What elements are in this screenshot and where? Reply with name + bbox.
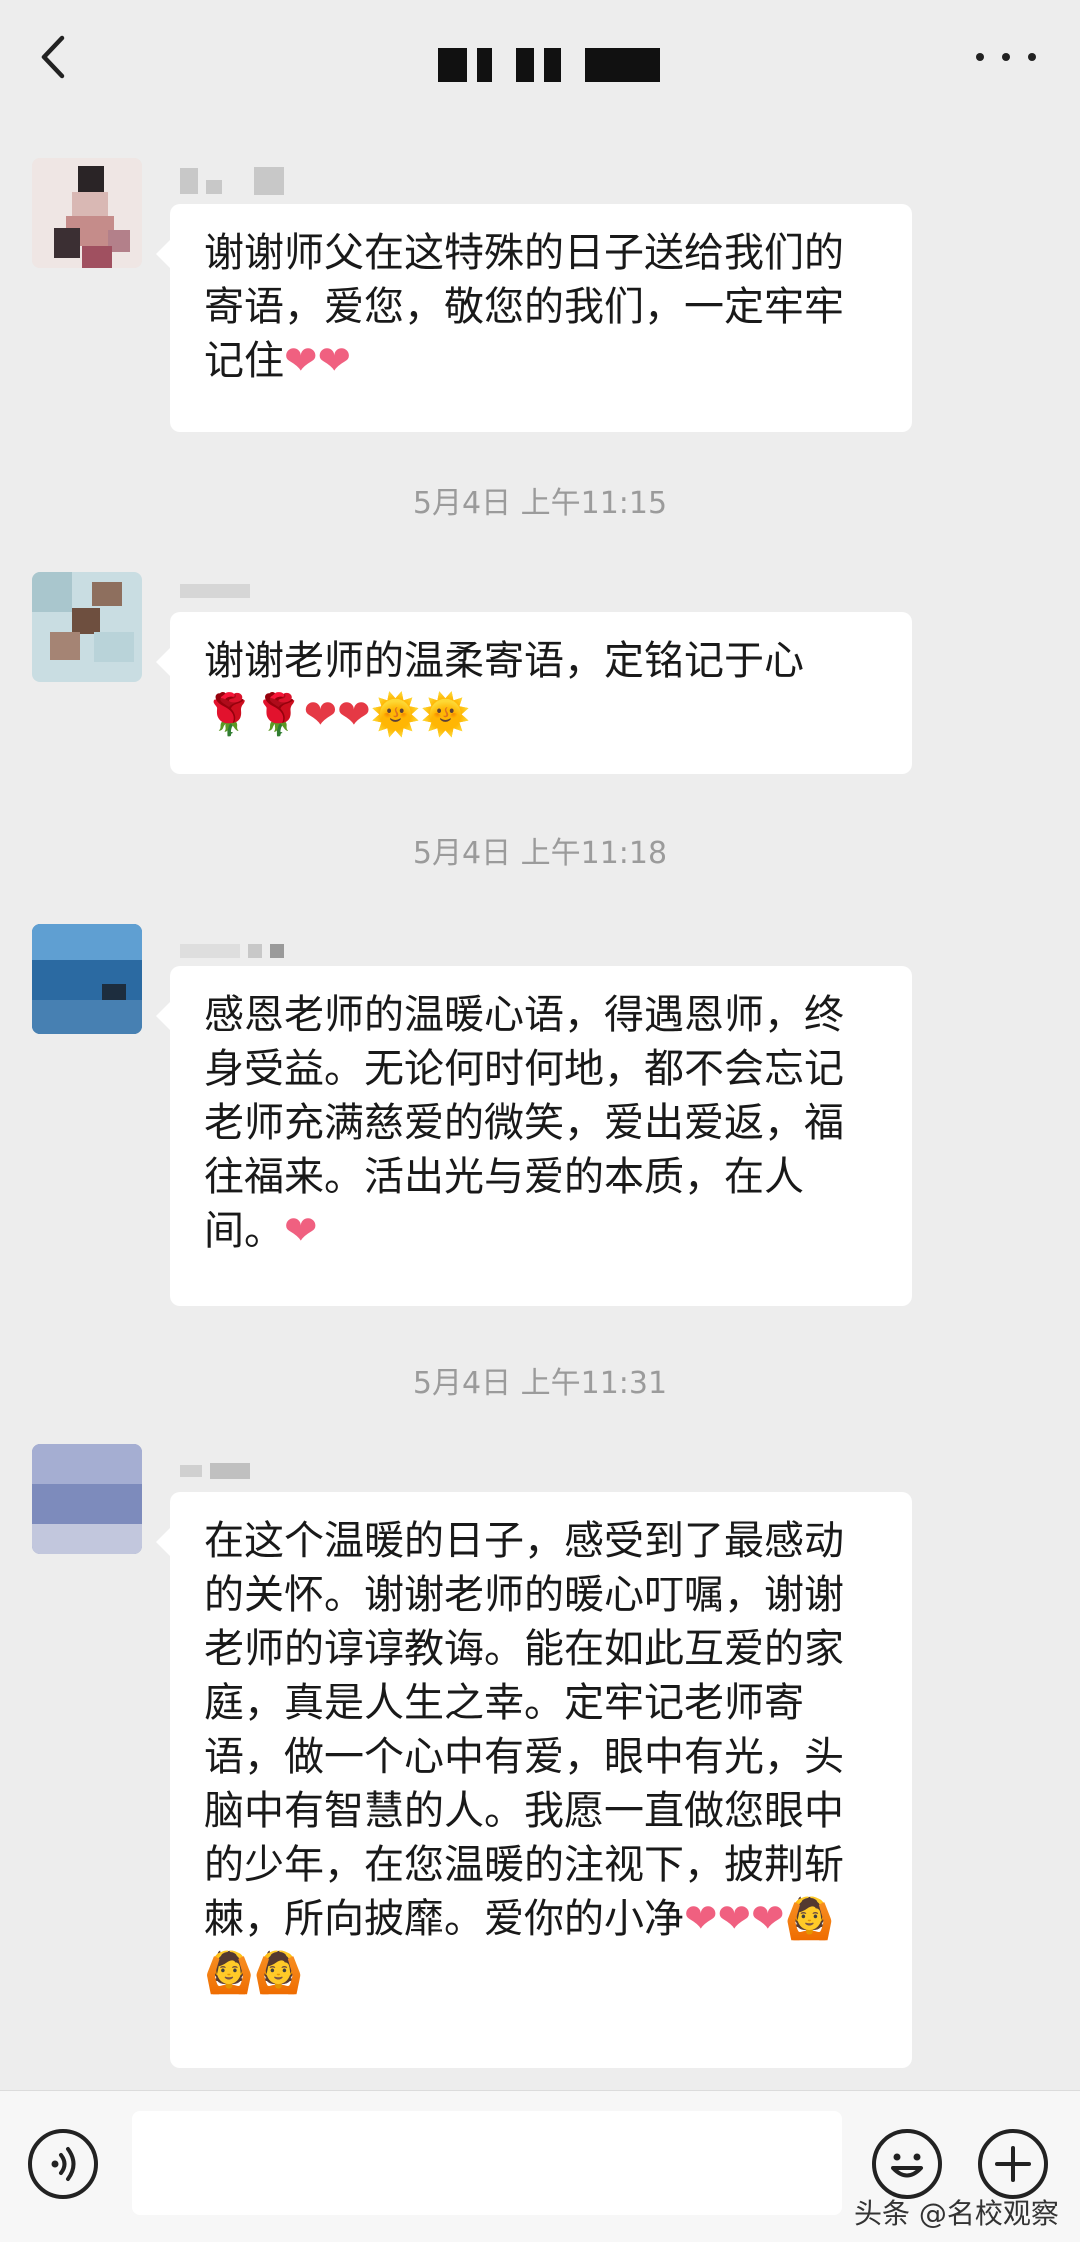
back-button[interactable]: [30, 32, 80, 82]
timestamp: 5月4日 上午11:31: [412, 1366, 668, 1401]
message-2: 谢谢老师的温柔寄语，定铭记于心 🌹🌹❤❤🌞🌞: [0, 572, 1080, 774]
message-4: 在这个温暖的日子，感受到了最感动的关怀。谢谢老师的暖心叮嘱，谢谢老师的谆谆教诲。…: [0, 1444, 1080, 2068]
more-functions-button[interactable]: [978, 2129, 1048, 2199]
nickname-redacted: [180, 1460, 250, 1482]
avatar[interactable]: [32, 572, 142, 682]
avatar[interactable]: [32, 1444, 142, 1554]
emoji-icons: 🌹🌹❤❤🌞🌞: [204, 692, 471, 738]
message-3: 感恩老师的温暖心语，得遇恩师，终身受益。无论何时何地，都不会忘记老师充满慈爱的微…: [0, 924, 1080, 1306]
emoji-button[interactable]: [872, 2129, 942, 2199]
avatar[interactable]: [32, 158, 142, 268]
message-text: 谢谢老师的温柔寄语，定铭记于心: [204, 638, 804, 684]
heart-emoji-icon: ❤❤: [284, 338, 352, 384]
message-input[interactable]: [132, 2111, 842, 2215]
nickname-redacted: [180, 940, 284, 962]
smiley-icon: [891, 2153, 923, 2178]
heart-emoji-icon: ❤: [284, 1208, 318, 1254]
chevron-left-icon: [41, 35, 65, 79]
chat-title-redacted: [438, 46, 661, 84]
message-bubble[interactable]: 谢谢老师的温柔寄语，定铭记于心 🌹🌹❤❤🌞🌞: [156, 612, 912, 774]
timestamp: 5月4日 上午11:18: [412, 836, 668, 871]
top-bar: [0, 0, 1080, 120]
timestamp: 5月4日 上午11:15: [412, 486, 668, 521]
message-bubble[interactable]: 在这个温暖的日子，感受到了最感动的关怀。谢谢老师的暖心叮嘱，谢谢老师的谆谆教诲。…: [156, 1492, 912, 2068]
voice-icon: [51, 2147, 76, 2181]
watermark: 头条 @名校观察: [854, 2197, 1059, 2230]
voice-input-button[interactable]: [28, 2129, 98, 2199]
nickname-redacted: [180, 167, 284, 195]
message-bubble[interactable]: 感恩老师的温暖心语，得遇恩师，终身受益。无论何时何地，都不会忘记老师充满慈爱的微…: [156, 966, 912, 1306]
more-options-icon[interactable]: [976, 44, 1036, 70]
message-bubble[interactable]: 谢谢师父在这特殊的日子送给我们的寄语，爱您，敬您的我们，一定牢牢记住❤❤: [156, 204, 912, 432]
avatar[interactable]: [32, 924, 142, 1034]
message-text: 在这个温暖的日子，感受到了最感动的关怀。谢谢老师的暖心叮嘱，谢谢老师的谆谆教诲。…: [204, 1518, 844, 1942]
nickname-redacted: [180, 580, 250, 602]
message-1: 谢谢师父在这特殊的日子送给我们的寄语，爱您，敬您的我们，一定牢牢记住❤❤: [0, 158, 1080, 432]
plus-icon: [995, 2146, 1031, 2182]
